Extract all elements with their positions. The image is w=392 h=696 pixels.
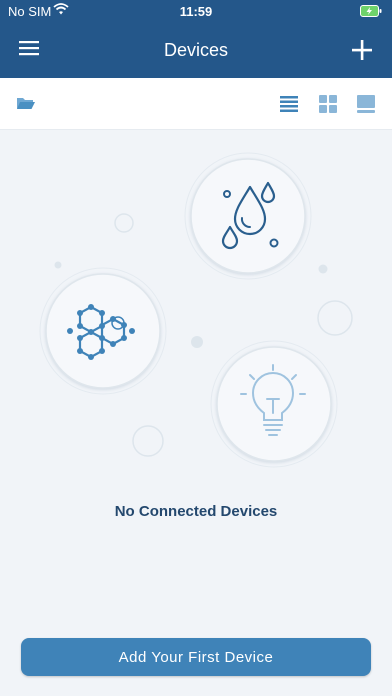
view-toolbar xyxy=(0,78,392,130)
add-device-plus-icon[interactable] xyxy=(350,38,374,62)
light-bulb-icon xyxy=(210,340,338,468)
clock: 11:59 xyxy=(179,4,213,19)
top-bar: No SIM 11:59 Devices xyxy=(0,0,392,78)
molecule-icon xyxy=(39,267,167,395)
empty-state-message: No Connected Devices xyxy=(114,503,278,520)
empty-state-illustration xyxy=(0,130,392,500)
add-first-device-button[interactable]: Add Your First Device xyxy=(21,638,371,676)
card-view-icon[interactable] xyxy=(356,95,376,118)
water-drops-icon xyxy=(184,152,312,280)
page-title: Devices xyxy=(163,40,229,60)
battery-charging-icon xyxy=(360,5,382,20)
folder-icon[interactable] xyxy=(16,96,36,115)
status-bar: No SIM 11:59 xyxy=(0,0,392,24)
grid-view-icon[interactable] xyxy=(318,95,338,118)
list-view-icon[interactable] xyxy=(279,95,299,118)
